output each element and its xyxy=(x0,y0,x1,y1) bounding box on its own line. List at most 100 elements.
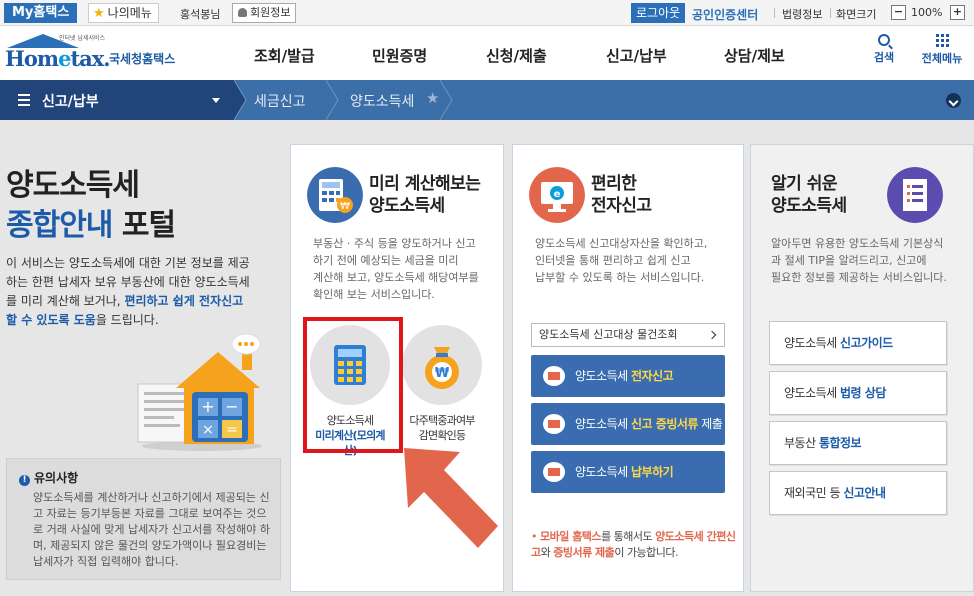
svg-text:−: − xyxy=(225,397,238,416)
logo-brand: Hometax. xyxy=(5,46,111,71)
search-label: 검색 xyxy=(873,51,895,64)
nav-report-pay[interactable]: 신고/납부 xyxy=(606,45,667,66)
page-title-highlight: 종합안내 xyxy=(6,208,113,243)
breadcrumb-separator-icon xyxy=(234,80,247,120)
logo-brand-part: e xyxy=(58,46,71,71)
hamburger-icon xyxy=(18,94,30,109)
pay-tax-button[interactable]: 양도소득세 납부하기 xyxy=(531,451,725,493)
logout-button[interactable]: 로그아웃 xyxy=(631,3,686,23)
house-calculator-illustration: + − × = xyxy=(137,333,262,451)
guide-real-estate-button[interactable]: 부동산 통합정보 xyxy=(769,421,947,465)
search-icon xyxy=(878,34,890,46)
guide-filing-button[interactable]: 양도소득세 신고가이드 xyxy=(769,321,947,365)
button-label: 양도소득세 xyxy=(575,369,632,383)
monitor-e-badge-icon: e xyxy=(529,167,585,223)
multi-home-check-card[interactable]: ₩ 다주택중과여부 감면확인등 xyxy=(401,325,483,457)
screen-size-label: 화면크기 xyxy=(836,8,877,21)
star-icon: ★ xyxy=(93,6,105,21)
money-bag-glyph: ₩ xyxy=(425,347,459,389)
button-label: 제출 xyxy=(697,417,723,431)
nav-consult[interactable]: 상담/제보 xyxy=(724,45,785,66)
efile-button[interactable]: 양도소득세 전자신고 xyxy=(531,355,725,397)
all-menu-label: 전체메뉴 xyxy=(921,52,963,65)
button-label-highlight: 신고 증빙서류 xyxy=(631,417,698,431)
search-button[interactable]: 검색 xyxy=(864,34,904,65)
button-label: 양도소득세 xyxy=(575,417,632,431)
caret-down-icon xyxy=(212,98,220,103)
member-info-label: 회원정보 xyxy=(250,6,291,19)
svg-text:=: = xyxy=(226,422,238,438)
panel-efile-desc: 양도소득세 신고대상자산을 확인하고, 인터넷을 통해 편리하고 쉽게 신고 납… xyxy=(535,237,708,284)
submit-evidence-button[interactable]: 양도소득세 신고 증빙서류 제출 xyxy=(531,403,725,445)
bullet-icon: • xyxy=(531,530,538,543)
mobile-note-highlight: 모바일 홈택스 xyxy=(540,530,602,543)
notice-title-label: 유의사항 xyxy=(34,471,79,485)
button-label-highlight: 전자신고 xyxy=(631,369,674,383)
button-label: 양도소득세 xyxy=(575,465,632,479)
payment-icon xyxy=(543,462,565,482)
user-name: 홍석봉님 xyxy=(180,8,221,21)
mobile-note-highlight: 증빙서류 제출 xyxy=(553,546,615,559)
breadcrumb-level3[interactable]: 양도소득세 xyxy=(350,91,414,111)
page-title-rest: 포털 xyxy=(112,208,176,243)
divider xyxy=(774,8,775,18)
nav-apply[interactable]: 신청/제출 xyxy=(486,45,547,66)
panel-precalc-desc: 부동산 · 주식 등을 양도하거나 신고 하기 전에 예상되는 세금을 미리 계… xyxy=(313,237,479,301)
breadcrumb-separator-icon xyxy=(326,80,339,120)
breadcrumb-main-menu[interactable]: 신고/납부 xyxy=(0,80,235,120)
law-info-link[interactable]: 법령정보 xyxy=(782,6,822,22)
guide-overseas-button[interactable]: 재외국민 등 신고안내 xyxy=(769,471,947,515)
breadcrumb-level2[interactable]: 세금신고 xyxy=(254,91,306,111)
checklist-badge-icon xyxy=(887,167,943,223)
svg-text:₩: ₩ xyxy=(340,201,350,212)
all-menu-button[interactable]: 전체메뉴 xyxy=(915,34,969,66)
content-area: 양도소득세 종합안내 포털 이 서비스는 양도소득세에 대한 기본 정보를 제공… xyxy=(0,120,974,596)
logo-subtitle: 인터넷 납세서비스 xyxy=(59,35,106,42)
panel-guide-title: 알기 쉬운 양도소득세 xyxy=(771,174,847,216)
nav-civil-cert[interactable]: 민원증명 xyxy=(372,45,427,66)
intro-desc-text: 을 드립니다. xyxy=(95,313,159,327)
button-label-highlight: 신고안내 xyxy=(843,486,886,500)
breadcrumb: 신고/납부 세금신고 양도소득세 ★ xyxy=(0,80,974,120)
notice-box: ! 유의사항 양도소득세를 계산하거나 신고하기에서 제공되는 신고 자료는 등기… xyxy=(6,458,281,580)
intro-description: 이 서비스는 양도소득세에 대한 기본 정보를 제공하는 한편 납세자 보유 부… xyxy=(6,254,254,330)
panel-guide: 알기 쉬운 양도소득세 알아두면 유용한 양도소득세 기본상식 과 절세 TIP… xyxy=(750,144,974,592)
calculator-badge-icon: ₩ xyxy=(307,167,363,223)
info-icon: ! xyxy=(19,475,30,486)
svg-text:×: × xyxy=(202,422,214,438)
svg-text:+: + xyxy=(201,397,214,416)
breadcrumb-main-label: 신고/납부 xyxy=(42,94,99,110)
button-label-highlight: 법령 상담 xyxy=(840,386,886,400)
panel-guide-desc: 알아두면 유용한 양도소득세 기본상식 과 절세 TIP을 알려드리고, 신고에… xyxy=(771,237,947,284)
favorite-star-icon[interactable]: ★ xyxy=(426,89,439,107)
mobile-note: • 모바일 홈택스를 통해서도 양도소득세 간편신고와 증빙서류 제출이 가능합… xyxy=(531,529,737,561)
chevron-right-icon xyxy=(707,330,717,340)
panel-efile-title: 편리한 전자신고 xyxy=(591,174,652,216)
pointer-arrow-icon xyxy=(404,448,498,548)
member-info-button[interactable]: 회원정보 xyxy=(232,3,297,23)
grid-menu-icon xyxy=(935,34,949,47)
cert-center-link[interactable]: 공인인증센터 xyxy=(692,6,758,23)
lookup-label: 양도소득세 신고대상 물건조회 xyxy=(539,328,678,341)
highlight-frame xyxy=(303,317,403,453)
document-icon xyxy=(543,414,565,434)
breadcrumb-expand-icon[interactable] xyxy=(946,93,961,108)
zoom-in-button[interactable]: + xyxy=(950,5,965,20)
my-menu-button[interactable]: ★ 나의메뉴 xyxy=(88,3,159,23)
zoom-out-button[interactable]: − xyxy=(891,5,906,20)
button-label-highlight: 납부하기 xyxy=(631,465,674,479)
page-title-line1: 양도소득세 xyxy=(6,168,140,203)
hometax-logo[interactable]: 인터넷 납세서비스 Hometax. 국세청홈택스 xyxy=(5,32,195,76)
svg-text:e: e xyxy=(554,189,561,200)
my-hometax-button[interactable]: My홈택스 xyxy=(4,3,78,23)
top-utility-bar: My홈택스 ★ 나의메뉴 홍석봉님 회원정보 로그아웃 공인인증센터 법령정보 화… xyxy=(0,0,974,26)
nav-inquiry[interactable]: 조회/발급 xyxy=(254,45,315,66)
money-bag-icon: ₩ xyxy=(402,325,482,405)
main-header: 인터넷 납세서비스 Hometax. 국세청홈택스 조회/발급 민원증명 신청/… xyxy=(0,26,974,80)
button-label: 양도소득세 xyxy=(784,336,841,350)
logo-korean-name: 국세청홈택스 xyxy=(109,52,176,66)
notice-text: 양도소득세를 계산하거나 신고하기에서 제공되는 신고 자료는 등기부등본 자료… xyxy=(33,491,270,568)
mobile-note-text: 와 xyxy=(540,546,554,559)
guide-law-consult-button[interactable]: 양도소득세 법령 상담 xyxy=(769,371,947,415)
target-property-lookup-link[interactable]: 양도소득세 신고대상 물건조회 xyxy=(531,323,725,347)
